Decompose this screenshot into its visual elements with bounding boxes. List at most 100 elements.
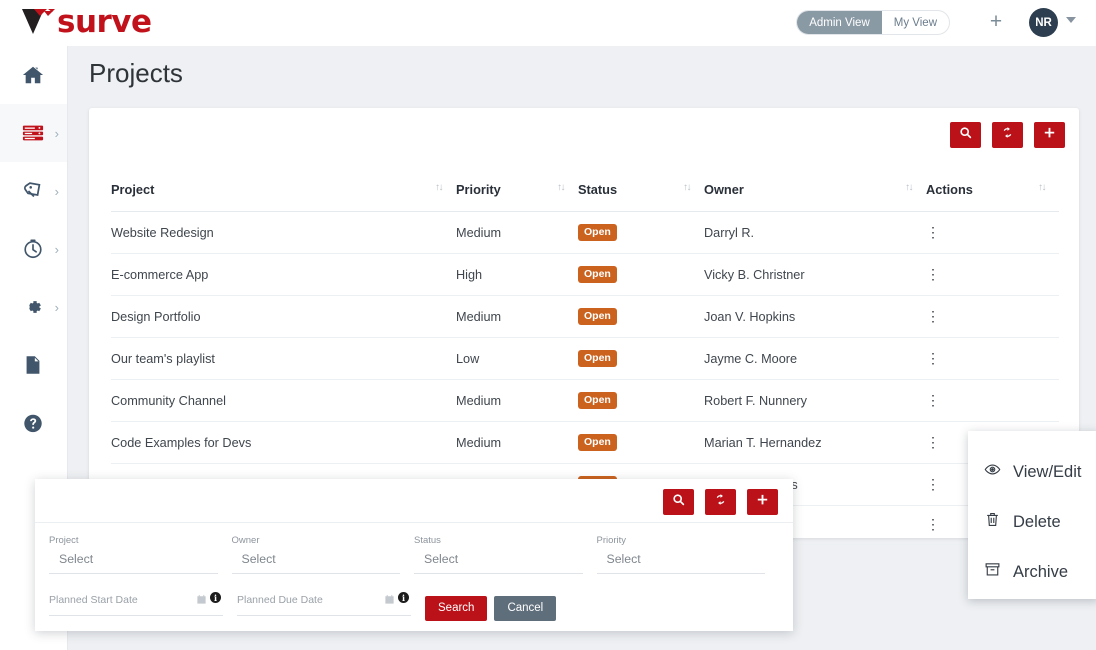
card-toolbar — [950, 122, 1065, 148]
cell-owner: Marian T. Hernandez — [704, 421, 926, 464]
priority-select[interactable]: Select — [596, 552, 765, 574]
column-label: Priority — [456, 182, 501, 197]
trash-icon — [984, 511, 1013, 533]
filter-planned-due-date: Planned Due Date i — [237, 592, 425, 616]
column-header-priority[interactable]: Priority ↑↓ — [456, 182, 578, 212]
sidebar-item-home[interactable] — [0, 46, 67, 104]
table-row[interactable]: Our team's playlist Low Open Jayme C. Moore… — [111, 337, 1059, 380]
table-row[interactable]: Website Redesign Medium Open Darryl R. ⋮ — [111, 211, 1059, 254]
cell-status: Open — [578, 253, 704, 296]
chevron-right-icon[interactable]: › — [55, 184, 59, 199]
cell-priority: Medium — [456, 295, 578, 338]
status-select[interactable]: Select — [414, 552, 583, 574]
cell-status: Open — [578, 211, 704, 254]
row-menu-icon[interactable]: ⋮ — [926, 350, 940, 366]
column-label: Status — [578, 182, 618, 197]
plus-icon[interactable]: + — [986, 11, 1006, 32]
column-header-owner[interactable]: Owner ↑↓ — [704, 182, 926, 212]
filter-status: Status Select — [414, 535, 597, 574]
cell-priority: Low — [456, 337, 578, 380]
filter-owner: Owner Select — [231, 535, 415, 574]
info-icon[interactable]: i — [210, 592, 221, 603]
table-row[interactable]: Community Channel Medium Open Robert F. Nun… — [111, 379, 1059, 422]
column-header-status[interactable]: Status ↑↓ — [578, 182, 704, 212]
brand-logo[interactable]: surve — [22, 3, 152, 41]
table-row[interactable]: E-commerce App High Open Vicky B. Christner… — [111, 253, 1059, 296]
view-toggle-my[interactable]: My View — [882, 11, 949, 34]
column-label: Project — [111, 182, 155, 197]
sort-icon[interactable]: ↑↓ — [1038, 182, 1047, 193]
table-row[interactable]: Design Portfolio Medium Open Joan V. Hopkin… — [111, 295, 1059, 338]
context-menu-label: View/Edit — [1013, 462, 1082, 481]
refresh-icon — [1001, 126, 1014, 144]
column-header-actions[interactable]: Actions ↑↓ — [926, 182, 1059, 212]
panel-refresh-button[interactable] — [705, 489, 736, 515]
logo-v-icon — [22, 7, 56, 37]
sort-icon[interactable]: ↑↓ — [557, 182, 566, 193]
chevron-right-icon[interactable]: › — [55, 126, 59, 141]
chevron-right-icon[interactable]: › — [55, 300, 59, 315]
sidebar-item-settings[interactable]: › — [0, 278, 67, 336]
sidebar-item-projects[interactable]: › — [0, 104, 67, 162]
cell-priority: High — [456, 253, 578, 296]
row-menu-icon[interactable]: ⋮ — [926, 476, 940, 492]
calendar-icon[interactable] — [384, 592, 395, 604]
view-toggle[interactable]: Admin View My View — [796, 10, 950, 35]
row-menu-icon[interactable]: ⋮ — [926, 516, 940, 532]
context-menu-item-view-edit[interactable]: View/Edit — [968, 447, 1096, 497]
row-menu-icon[interactable]: ⋮ — [926, 434, 940, 450]
row-menu-icon[interactable]: ⋮ — [926, 266, 940, 282]
filter-date-row: Planned Start Date i Planned Due Date i … — [49, 592, 779, 621]
sort-icon[interactable]: ↑↓ — [435, 182, 444, 193]
cell-status: Open — [578, 421, 704, 464]
field-label: Status — [414, 535, 441, 546]
table-header-row: Project ↑↓ Priority ↑↓ Status ↑↓ Owner ↑… — [111, 182, 1059, 212]
sort-icon[interactable]: ↑↓ — [683, 182, 692, 193]
table-row[interactable]: Code Examples for Devs Medium Open Marian T… — [111, 421, 1059, 464]
context-menu-label: Delete — [1013, 512, 1061, 531]
cell-actions: ⋮ — [926, 211, 1059, 254]
chevron-down-icon[interactable] — [1066, 17, 1076, 23]
status-badge: Open — [578, 224, 617, 241]
eye-icon — [984, 461, 1013, 483]
chevron-right-icon[interactable]: › — [55, 242, 59, 257]
row-menu-icon[interactable]: ⋮ — [926, 224, 940, 240]
sidebar-item-documents[interactable] — [0, 336, 67, 394]
refresh-button[interactable] — [992, 122, 1023, 148]
sidebar-item-help[interactable] — [0, 394, 67, 452]
search-panel-toolbar — [663, 489, 778, 515]
row-menu-icon[interactable]: ⋮ — [926, 392, 940, 408]
cell-project: Code Examples for Devs — [111, 421, 456, 464]
project-select[interactable]: Select — [49, 552, 218, 574]
cancel-button[interactable]: Cancel — [494, 596, 557, 621]
context-menu-item-archive[interactable]: Archive — [968, 547, 1096, 597]
sort-icon[interactable]: ↑↓ — [905, 182, 914, 193]
search-submit-button[interactable]: Search — [425, 596, 488, 621]
sidebar-item-tags[interactable]: › — [0, 162, 67, 220]
info-icon[interactable]: i — [398, 592, 409, 603]
search-panel: Project Select Owner Select Status Selec… — [35, 479, 793, 631]
view-toggle-admin[interactable]: Admin View — [797, 11, 882, 34]
status-badge: Open — [578, 266, 617, 283]
avatar[interactable]: NR — [1029, 8, 1058, 37]
column-header-project[interactable]: Project ↑↓ — [111, 182, 456, 212]
owner-select[interactable]: Select — [231, 552, 400, 574]
context-menu-label: Archive — [1013, 562, 1069, 581]
search-button[interactable] — [950, 122, 981, 148]
add-button[interactable] — [1034, 122, 1065, 148]
calendar-icon[interactable] — [196, 592, 207, 604]
document-icon — [22, 354, 44, 376]
search-icon — [959, 126, 972, 144]
row-menu-icon[interactable]: ⋮ — [926, 308, 940, 324]
search-icon — [672, 493, 685, 511]
sidebar-item-time[interactable]: › — [0, 220, 67, 278]
cell-actions: ⋮ — [926, 379, 1059, 422]
help-circle-icon — [22, 412, 44, 434]
panel-search-button[interactable] — [663, 489, 694, 515]
context-menu-item-delete[interactable]: Delete — [968, 497, 1096, 547]
projects-card: Project ↑↓ Priority ↑↓ Status ↑↓ Owner ↑… — [89, 108, 1079, 545]
cell-owner: Darryl R. — [704, 211, 926, 254]
clock-icon — [22, 238, 44, 260]
panel-add-button[interactable] — [747, 489, 778, 515]
date-icon-group: i — [196, 592, 221, 604]
